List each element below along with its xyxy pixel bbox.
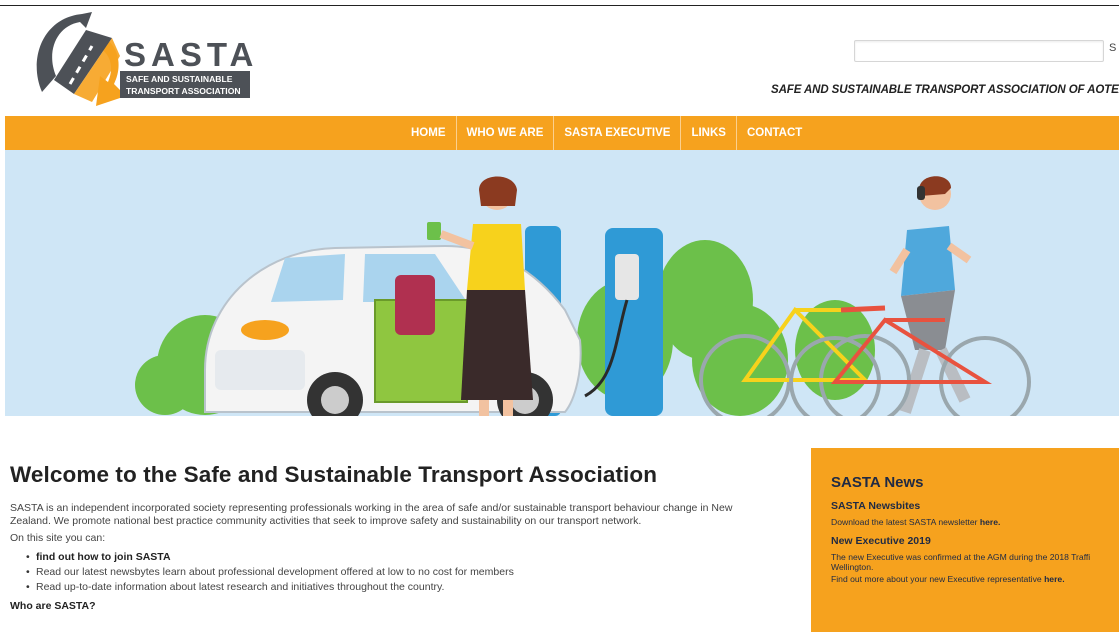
- nav-item-who-we-are[interactable]: WHO WE ARE: [455, 116, 554, 150]
- feature-list: find out how to join SASTA Read our late…: [10, 550, 770, 595]
- on-site-label: On this site you can:: [10, 532, 106, 544]
- logo-icon: SASTA SAFE AND SUSTAINABLE TRANSPORT ASS…: [36, 12, 254, 106]
- newsbites-text: Download the latest SASTA newsletter her…: [831, 517, 1000, 527]
- main-nav: HOME WHO WE ARE SASTA EXECUTIVE LINKS CO…: [5, 116, 1119, 150]
- nav-item-links[interactable]: LINKS: [680, 116, 736, 150]
- list-item: find out how to join SASTA: [26, 550, 770, 565]
- hero-banner: [5, 150, 1119, 416]
- main-content: Welcome to the Safe and Sustainable Tran…: [10, 462, 770, 612]
- nav-item-contact[interactable]: CONTACT: [735, 116, 812, 150]
- intro-paragraph: SASTA is an independent incorporated soc…: [10, 502, 733, 527]
- list-item: Read our latest newsbytes learn about pr…: [26, 565, 770, 580]
- newsbites-heading: SASTA Newsbites: [831, 500, 921, 512]
- svg-text:SAFE AND SUSTAINABLE: SAFE AND SUSTAINABLE: [126, 74, 233, 84]
- hero-illustration: [5, 150, 1119, 416]
- news-sidebar: SASTA News SASTA Newsbites Download the …: [811, 448, 1119, 632]
- svg-text:SASTA: SASTA: [124, 36, 254, 73]
- top-border: [0, 5, 1119, 6]
- who-heading: Who are SASTA?: [10, 600, 96, 612]
- executive-link[interactable]: here.: [1044, 574, 1065, 584]
- site-tagline: SAFE AND SUSTAINABLE TRANSPORT ASSOCIATI…: [771, 84, 1119, 96]
- newsletter-link[interactable]: here.: [980, 517, 1001, 527]
- executive-text-3: Find out more about your new Executive r…: [831, 574, 1065, 584]
- list-item: Read up-to-date information about latest…: [26, 580, 770, 595]
- sidebar-title: SASTA News: [831, 474, 924, 491]
- executive-description: Find out more about your new Executive r…: [831, 574, 1045, 584]
- newsbites-description: Download the latest SASTA newsletter: [831, 517, 980, 527]
- executive-text-2: Wellington.: [831, 562, 874, 572]
- search-input[interactable]: [854, 40, 1104, 62]
- svg-text:TRANSPORT ASSOCIATION: TRANSPORT ASSOCIATION: [126, 86, 241, 96]
- nav-item-sasta-executive[interactable]: SASTA EXECUTIVE: [553, 116, 680, 150]
- search-button[interactable]: S: [1109, 42, 1119, 60]
- sasta-logo[interactable]: SASTA SAFE AND SUSTAINABLE TRANSPORT ASS…: [34, 10, 254, 110]
- executive-text-1: The new Executive was confirmed at the A…: [831, 552, 1091, 562]
- page-title: Welcome to the Safe and Sustainable Tran…: [10, 462, 658, 487]
- join-sasta-link[interactable]: find out how to join SASTA: [36, 551, 171, 563]
- nav-item-home[interactable]: HOME: [401, 116, 456, 150]
- search-bar: S: [854, 40, 1119, 64]
- executive-heading: New Executive 2019: [831, 535, 931, 547]
